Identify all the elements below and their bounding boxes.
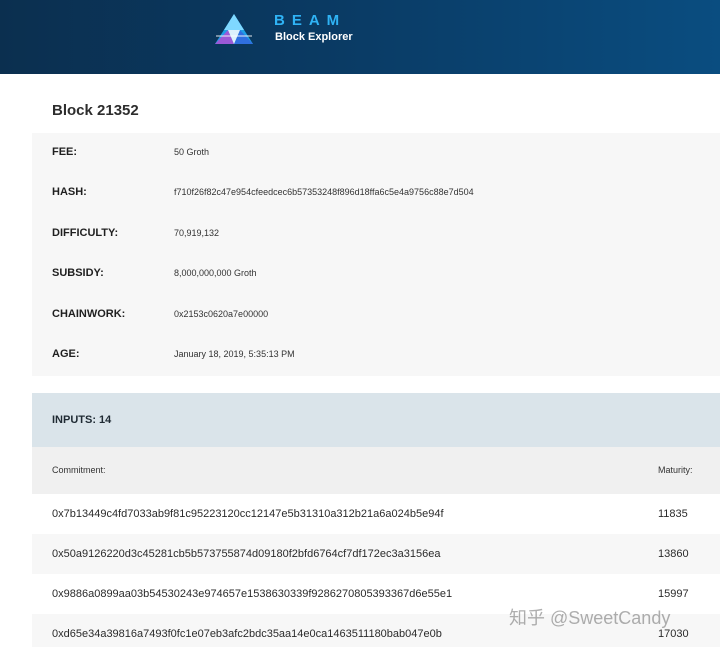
detail-value: January 18, 2019, 5:35:13 PM — [174, 349, 295, 359]
brand-name: BEAM — [274, 12, 347, 29]
detail-label: FEE: — [52, 146, 78, 158]
detail-label: DIFFICULTY: — [52, 227, 119, 239]
detail-label: HASH: — [52, 186, 87, 198]
maturity-cell: 15997 — [658, 588, 689, 600]
beam-logo-icon — [215, 14, 253, 44]
commitment-cell: 0x50a9126220d3c45281cb5b573755874d09180f… — [52, 548, 441, 560]
inputs-section-header: INPUTS: 14 — [32, 393, 720, 447]
block-details-panel: FEE: 50 Groth HASH: f710f26f82c47e954cfe… — [32, 133, 720, 376]
detail-row-subsidy: SUBSIDY: 8,000,000,000 Groth — [32, 254, 720, 294]
commitment-cell: 0xd65e34a39816a7493f0fc1e07eb3afc2bdc35a… — [52, 628, 442, 640]
commitment-cell: 0x9886a0899aa03b54530243e974657e15386303… — [52, 588, 453, 600]
detail-value: 50 Groth — [174, 147, 210, 157]
column-header-maturity: Maturity: — [658, 465, 693, 475]
maturity-cell: 13860 — [658, 548, 689, 560]
app-header: BEAM Block Explorer — [0, 0, 720, 74]
watermark-text: 知乎 @SweetCandy — [509, 608, 671, 628]
detail-value: f710f26f82c47e954cfeedcec6b57353248f896d… — [174, 187, 474, 197]
detail-value: 8,000,000,000 Groth — [174, 268, 257, 278]
detail-row-hash: HASH: f710f26f82c47e954cfeedcec6b5735324… — [32, 173, 720, 213]
column-header-commitment: Commitment: — [52, 465, 106, 475]
inputs-title: INPUTS: 14 — [52, 414, 112, 426]
logo-home-link[interactable]: BEAM Block Explorer — [214, 10, 374, 50]
detail-row-difficulty: DIFFICULTY: 70,919,132 — [32, 214, 720, 254]
detail-label: AGE: — [52, 348, 80, 360]
inputs-table-header: Commitment: Maturity: — [32, 447, 720, 494]
detail-row-chainwork: CHAINWORK: 0x2153c0620a7e00000 — [32, 295, 720, 335]
table-row: 0x50a9126220d3c45281cb5b573755874d09180f… — [32, 534, 720, 574]
table-row: 0x7b13449c4fd7033ab9f81c95223120cc12147e… — [32, 494, 720, 534]
detail-value: 0x2153c0620a7e00000 — [174, 309, 269, 319]
brand-subtitle: Block Explorer — [275, 31, 353, 43]
commitment-cell: 0x7b13449c4fd7033ab9f81c95223120cc12147e… — [52, 508, 444, 520]
detail-row-age: AGE: January 18, 2019, 5:35:13 PM — [32, 335, 720, 375]
maturity-cell: 11835 — [658, 508, 688, 520]
detail-label: SUBSIDY: — [52, 267, 104, 279]
detail-label: CHAINWORK: — [52, 308, 126, 320]
block-title: Block 21352 — [52, 102, 139, 119]
detail-row-fee: FEE: 50 Groth — [32, 133, 720, 173]
detail-value: 70,919,132 — [174, 228, 220, 238]
